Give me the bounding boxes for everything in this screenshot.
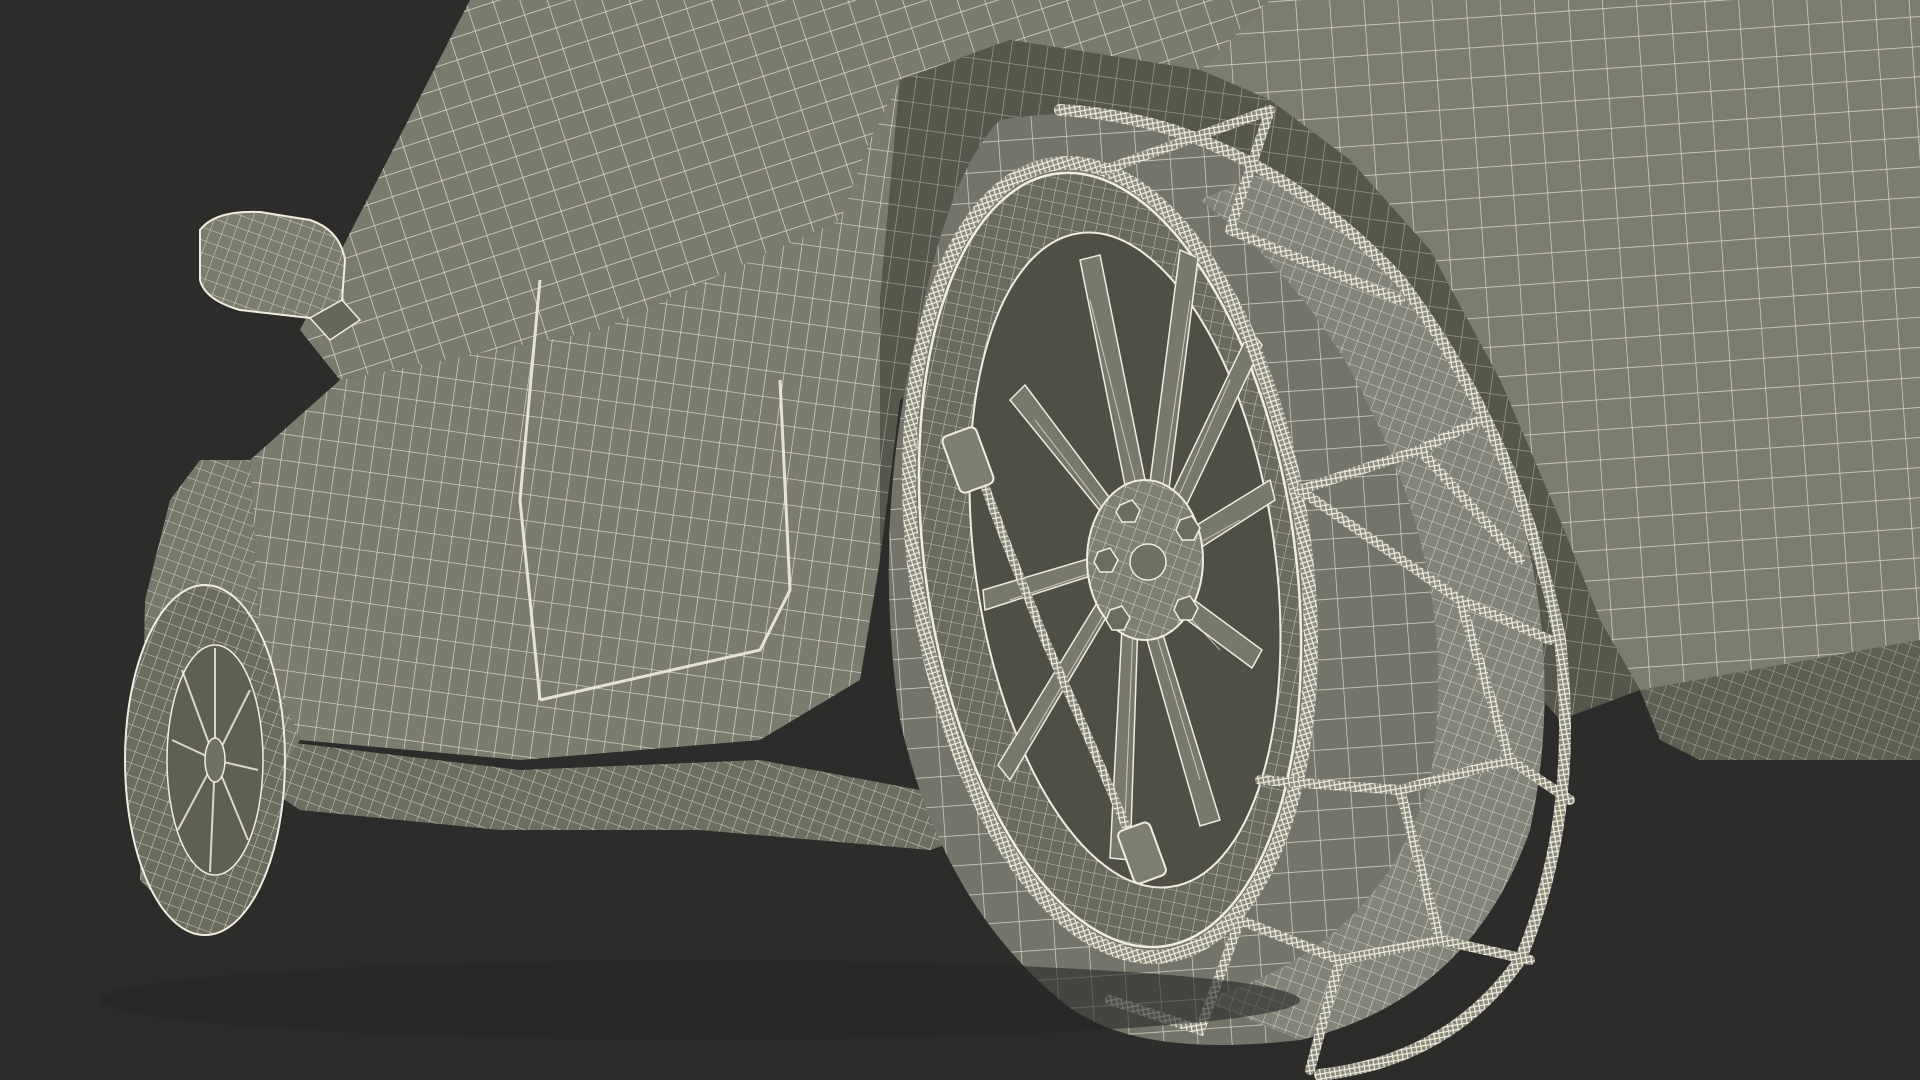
front-wheel	[124, 584, 286, 936]
side-mirror	[199, 210, 362, 341]
render-viewport	[0, 0, 1920, 1080]
wireframe-car-render	[100, 0, 1920, 1080]
ground-shadow	[100, 960, 1300, 1040]
